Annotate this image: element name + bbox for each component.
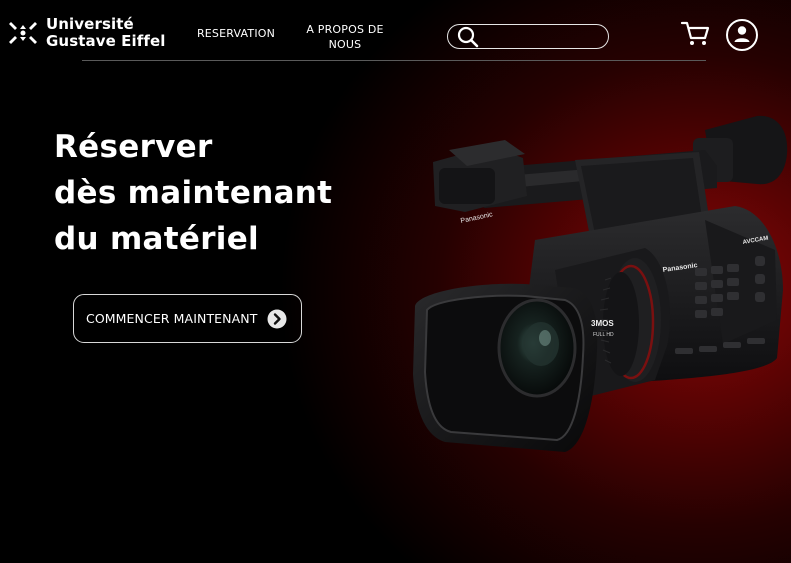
nav-about[interactable]: A PROPOS DE NOUS [305,22,385,52]
hero-line-2: dès maintenant [54,175,333,211]
start-now-button[interactable]: COMMENCER MAINTENANT [73,294,302,343]
search-input[interactable] [484,27,603,47]
start-now-label: COMMENCER MAINTENANT [86,311,258,326]
brand-line-1: Université [46,15,134,33]
nav-reservation[interactable]: RESERVATION [196,26,276,41]
logo-icon [9,22,37,44]
header-divider [82,60,706,61]
nav-about-line-1: A PROPOS DE [306,23,384,36]
camcorder-image: Panasonic Panasonic AVCCAM 3MOS FULL HD [413,115,788,452]
nav-about-line-2: NOUS [328,38,362,51]
cart-button[interactable] [680,20,710,52]
university-name: Université Gustave Eiffel [46,16,166,50]
user-account-button[interactable] [725,18,759,56]
camera-fullhd: FULL HD [593,332,614,338]
top-navigation: Université Gustave Eiffel RESERVATION A … [0,0,791,62]
hero-headline: Réserver dès maintenant du matériel [54,124,332,262]
brand-line-2: Gustave Eiffel [46,32,166,50]
hero-line-1: Réserver [54,129,213,165]
search-icon[interactable] [457,26,479,48]
cart-icon [680,21,710,45]
camera-brand-top: Panasonic [460,211,494,225]
arrow-right-icon [267,309,287,328]
camera-sensor: 3MOS [591,319,614,328]
search-bar[interactable] [447,24,609,49]
hero-line-3: du matériel [54,221,259,257]
user-icon [726,19,758,51]
university-logo[interactable]: Université Gustave Eiffel [6,15,166,51]
